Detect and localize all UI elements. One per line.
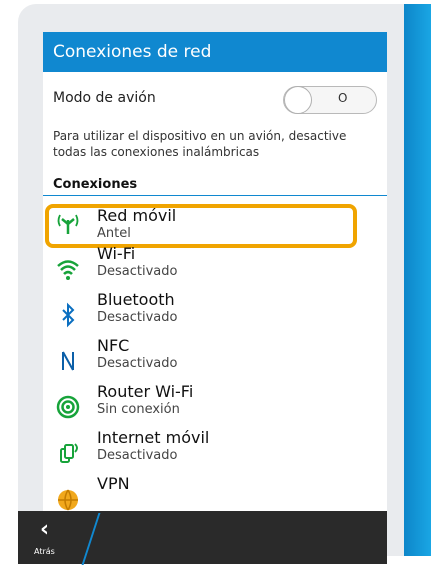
list-item-internet-movil[interactable]: Internet móvil Desactivado [43,428,387,478]
vpn-globe-icon [55,486,81,511]
section-divider [43,195,387,196]
item-status: Desactivado [97,448,178,463]
item-name: Bluetooth [97,290,175,309]
section-header-conexiones: Conexiones [53,177,138,192]
item-name: Router Wi-Fi [97,382,194,401]
item-name: Internet móvil [97,428,210,447]
list-item-vpn[interactable]: VPN [43,474,387,511]
item-status: Desactivado [97,310,178,325]
airplane-mode-label: Modo de avión [53,90,156,106]
tethering-icon [55,440,81,466]
title-bar: Conexiones de red [43,32,387,72]
item-status: Desactivado [97,356,178,371]
back-label: Atrás [34,547,55,556]
list-item-nfc[interactable]: NFC Desactivado [43,336,387,386]
item-name: NFC [97,336,130,355]
item-name: VPN [97,474,130,493]
nfc-icon [55,348,81,374]
page-title: Conexiones de red [53,42,212,62]
settings-screen: Conexiones de red Modo de avión O Para u… [43,32,387,511]
toggle-knob[interactable] [284,86,312,114]
item-status: Sin conexión [97,402,180,417]
list-item-red-movil[interactable]: Red móvil Antel [43,202,387,248]
item-name: Wi-Fi [97,244,136,263]
item-status: Antel [97,226,131,241]
antenna-icon [55,210,81,236]
list-item-wifi[interactable]: Wi-Fi Desactivado [43,244,387,294]
toggle-state: O [338,91,348,105]
item-status: Desactivado [97,264,178,279]
airplane-mode-toggle[interactable]: O [283,86,377,114]
bluetooth-icon [55,302,81,328]
list-item-bluetooth[interactable]: Bluetooth Desactivado [43,290,387,340]
selection-highlight [45,204,357,248]
item-name: Red móvil [97,206,177,225]
list-item-router-wifi[interactable]: Router Wi-Fi Sin conexión [43,382,387,432]
chevron-left-icon: ‹ [40,517,50,542]
airplane-description: Para utilizar el dispositivo en un avión… [53,129,347,159]
back-button[interactable]: ‹ Atrás [18,511,88,564]
device-edge [404,4,431,556]
bottom-action-bar: ‹ Atrás [18,511,387,565]
hotspot-icon [55,394,81,420]
airplane-mode-row: Modo de avión O [43,84,387,114]
wifi-icon [55,256,81,282]
